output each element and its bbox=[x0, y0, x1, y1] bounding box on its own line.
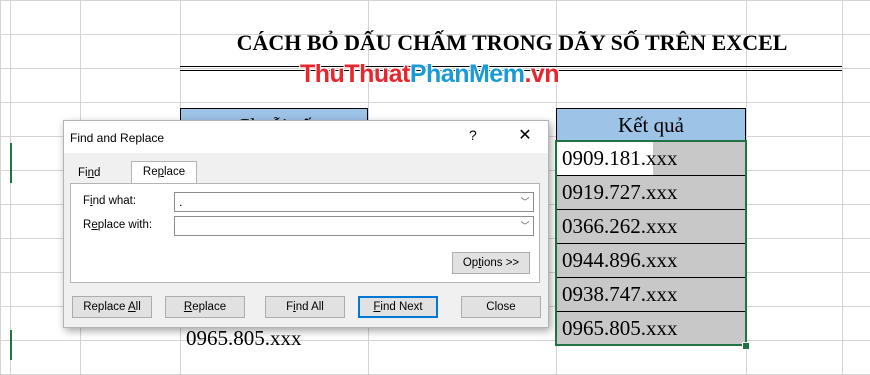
result-cell[interactable]: 0938.747.xxx bbox=[556, 278, 746, 312]
replace-with-label: Replace with: bbox=[83, 219, 153, 231]
fill-handle[interactable] bbox=[742, 342, 750, 350]
replace-button[interactable]: Replace bbox=[165, 296, 245, 318]
result-header-cell[interactable]: Kết quả bbox=[556, 108, 746, 142]
source-cell-peek[interactable]: 0965.805.xxx bbox=[186, 326, 302, 351]
replace-with-input[interactable]: ﹀ bbox=[174, 216, 534, 236]
result-cell[interactable]: 0919.727.xxx bbox=[556, 176, 746, 210]
watermark-text-2: PhanMem bbox=[409, 60, 525, 88]
watermark-logo: ThuThuatPhanMem.vn bbox=[300, 60, 560, 89]
find-what-input[interactable]: . ﹀ bbox=[174, 192, 534, 212]
close-icon[interactable]: ✕ bbox=[512, 125, 538, 147]
result-cell[interactable]: 0909.181.xxx bbox=[556, 142, 746, 176]
find-next-button[interactable]: Find Next bbox=[358, 296, 438, 318]
dialog-titlebar[interactable]: Find and Replace ? ✕ bbox=[64, 121, 548, 153]
dialog-title: Find and Replace bbox=[70, 131, 165, 145]
find-what-value: . bbox=[179, 195, 183, 209]
help-button[interactable]: ? bbox=[469, 127, 477, 143]
find-replace-dialog: Find and Replace ? ✕ Find Replace Find w… bbox=[63, 120, 549, 328]
row-selection-indicator bbox=[10, 330, 12, 360]
tab-replace[interactable]: Replace bbox=[131, 161, 197, 185]
close-button[interactable]: Close bbox=[461, 296, 541, 318]
grid-column-line bbox=[10, 0, 11, 375]
replace-panel: Find what: . ﹀ Replace with: ﹀ Options >… bbox=[70, 183, 540, 283]
sheet-title[interactable]: CÁCH BỎ DẤU CHẤM TRONG DÃY SỐ TRÊN EXCEL bbox=[182, 30, 842, 56]
find-all-button[interactable]: Find All bbox=[265, 296, 345, 318]
watermark-text-1: ThuThuat bbox=[300, 60, 410, 88]
result-cell[interactable]: 0366.262.xxx bbox=[556, 210, 746, 244]
result-cell[interactable]: 0944.896.xxx bbox=[556, 244, 746, 278]
tab-find[interactable]: Find bbox=[78, 163, 100, 183]
grid-column-line bbox=[746, 0, 747, 375]
result-cell[interactable]: 0965.805.xxx bbox=[556, 312, 746, 346]
grid-column-line bbox=[842, 0, 843, 375]
row-selection-indicator bbox=[10, 143, 12, 183]
find-what-label: Find what: bbox=[83, 195, 137, 207]
chevron-down-icon[interactable]: ﹀ bbox=[516, 217, 533, 235]
options-button[interactable]: Options >> bbox=[452, 252, 530, 274]
replace-all-button[interactable]: Replace All bbox=[72, 296, 152, 318]
watermark-text-3: .vn bbox=[524, 60, 560, 88]
chevron-down-icon[interactable]: ﹀ bbox=[516, 193, 533, 211]
